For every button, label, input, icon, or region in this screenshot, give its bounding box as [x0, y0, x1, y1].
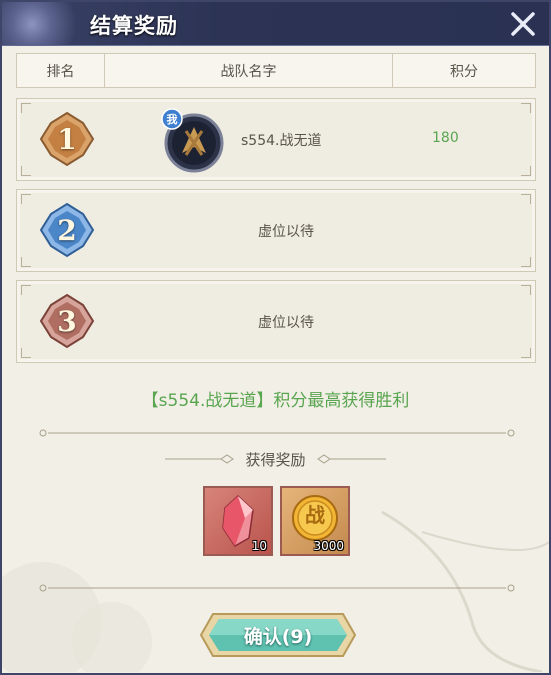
rank-number: 1 [57, 122, 77, 156]
title-ornament-left [165, 454, 235, 464]
ranking-row-1: 1 我 s554.战无道 180 [16, 98, 536, 181]
reward-count: 3000 [313, 539, 344, 553]
reward-item-crystal[interactable]: 10 [203, 486, 273, 556]
ranking-row-3: 3 虚位以待 [16, 280, 536, 363]
coin-glyph: 战 [305, 503, 325, 527]
header-ornament [2, 2, 92, 46]
rewards-title: 获得奖励 [245, 450, 306, 469]
team-name: s554.战无道 [241, 133, 322, 149]
divider [39, 584, 515, 592]
winner-message: 【s554.战无道】积分最高获得胜利 [141, 391, 410, 411]
rank-column-header: 排名 [17, 54, 105, 87]
reward-item-coin[interactable]: 战 3000 [280, 486, 350, 556]
rewards-heading: 获得奖励 [2, 449, 549, 469]
vacant-placeholder: 虚位以待 [258, 315, 314, 331]
ranking-table-header: 排名 战队名字 积分 [16, 53, 536, 88]
settlement-rewards-dialog: 结算奖励 排名 战队名字 积分 1 我 s554.战无道 180 2 虚位以待 … [0, 0, 551, 675]
dialog-header: 结算奖励 [2, 2, 549, 46]
team-column-header: 战队名字 [105, 54, 393, 87]
vacant-placeholder: 虚位以待 [258, 224, 314, 240]
score-column-header: 积分 [450, 63, 478, 80]
reward-count: 10 [251, 539, 267, 553]
dialog-title: 结算奖励 [90, 14, 178, 38]
divider [39, 429, 515, 437]
confirm-button[interactable]: 确认(9) [199, 610, 357, 660]
ranking-row-2: 2 虚位以待 [16, 189, 536, 272]
close-icon[interactable] [507, 8, 539, 40]
self-badge-label: 我 [166, 113, 178, 126]
title-ornament-right [316, 454, 386, 464]
team-score: 180 [432, 130, 459, 146]
confirm-button-label: 确认(9) [243, 625, 313, 648]
